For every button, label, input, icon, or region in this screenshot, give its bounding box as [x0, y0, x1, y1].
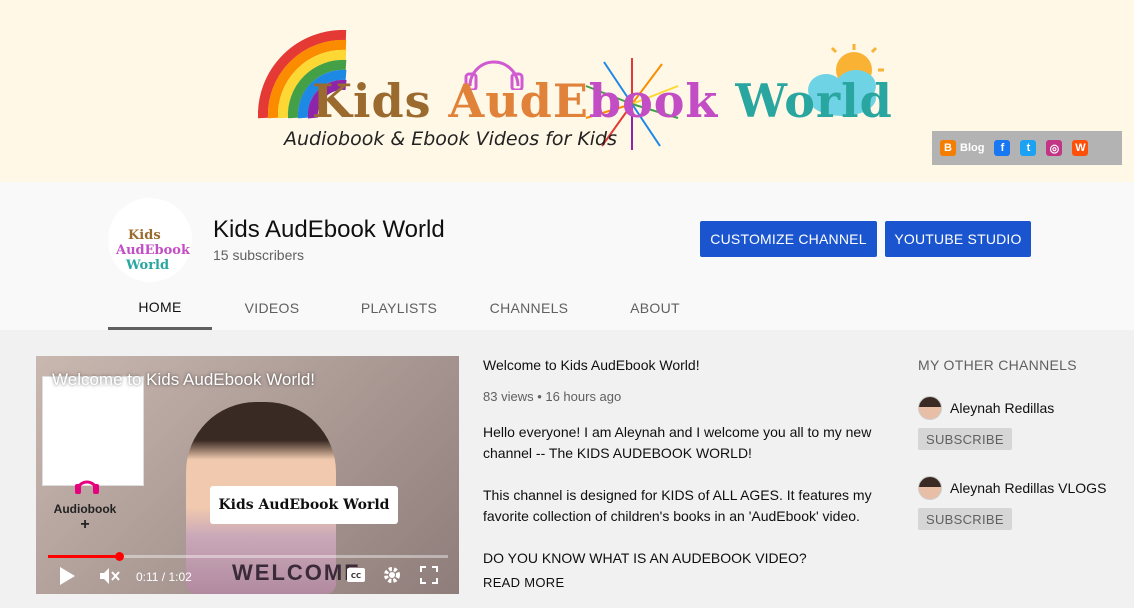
- fullscreen-icon: [420, 566, 438, 584]
- captions-icon: CC: [347, 568, 365, 582]
- mute-button[interactable]: [98, 566, 120, 586]
- channel-avatar[interactable]: Kids AudEbook World: [108, 198, 192, 282]
- subscriber-count: 15 subscribers: [213, 247, 305, 263]
- featured-video-meta: 83 views • 16 hours ago: [483, 389, 622, 404]
- channel-tabs: HOME VIDEOS PLAYLISTS CHANNELS ABOUT: [108, 286, 718, 330]
- settings-button[interactable]: [383, 566, 401, 584]
- subscribe-button[interactable]: SUBSCRIBE: [918, 428, 1012, 450]
- description-paragraph: Hello everyone! I am Aleynah and I welco…: [483, 424, 872, 461]
- gear-icon: [384, 567, 400, 583]
- video-progress-fill: [48, 555, 119, 558]
- tab-channels[interactable]: CHANNELS: [466, 286, 592, 330]
- play-button[interactable]: [58, 566, 76, 586]
- other-channel-name[interactable]: Aleynah Redillas VLOGS: [950, 480, 1106, 496]
- duration: 1:02: [168, 570, 192, 584]
- video-progress-handle[interactable]: [114, 552, 124, 561]
- twitter-link[interactable]: t: [1020, 140, 1037, 156]
- avatar[interactable]: [918, 396, 942, 420]
- instagram-link[interactable]: ◎: [1046, 140, 1063, 156]
- avatar-text-world: World: [126, 258, 170, 273]
- description-paragraph: This channel is designed for KIDS of ALL…: [483, 487, 872, 524]
- svg-text:CC: CC: [351, 572, 361, 580]
- avatar-text-kids: Kids: [128, 228, 161, 243]
- instagram-icon: ◎: [1046, 140, 1063, 156]
- poster-plus: +: [80, 516, 90, 533]
- customize-channel-button[interactable]: CUSTOMIZE CHANNEL: [700, 221, 877, 257]
- other-channel-name[interactable]: Aleynah Redillas: [950, 400, 1054, 416]
- avatar-text-audebook: AudEbook: [116, 243, 190, 258]
- current-time: 0:11: [136, 570, 159, 584]
- video-overlay-title[interactable]: Welcome to Kids AudEbook World!: [52, 370, 315, 390]
- tab-videos[interactable]: VIDEOS: [212, 286, 332, 330]
- facebook-link[interactable]: f: [994, 140, 1011, 156]
- channel-header: Kids AudEbook World Kids AudEbook World …: [0, 182, 1134, 330]
- headphone-icon: [75, 480, 99, 494]
- tab-about[interactable]: ABOUT: [592, 286, 718, 330]
- featured-video-description: Hello everyone! I am Aleynah and I welco…: [483, 422, 883, 590]
- banner-subtitle: Audiobook & Ebook Videos for Kids: [284, 128, 618, 150]
- channel-name: Kids AudEbook World: [213, 216, 445, 243]
- tab-home[interactable]: HOME: [108, 286, 212, 330]
- banner-title-kids: Kids: [312, 74, 449, 128]
- avatar-logo-text: Kids AudEbook World: [116, 228, 190, 273]
- read-more-link[interactable]: READ MORE: [483, 575, 564, 590]
- facebook-icon: f: [994, 140, 1011, 156]
- twitter-icon: t: [1020, 140, 1037, 156]
- wattpad-icon: W: [1072, 140, 1089, 156]
- tab-playlists[interactable]: PLAYLISTS: [332, 286, 466, 330]
- blog-link[interactable]: B Blog: [940, 140, 984, 156]
- banner-title-world: World: [718, 74, 893, 128]
- banner-links: B Blog f t ◎ W: [932, 131, 1122, 165]
- featured-video-title[interactable]: Welcome to Kids AudEbook World!: [483, 357, 700, 373]
- banner-title-aud: AudE: [448, 74, 589, 128]
- blog-link-label: Blog: [960, 142, 985, 154]
- welcome-banner-text: WELCOME: [232, 560, 361, 585]
- video-time: 0:11 / 1:02: [136, 570, 192, 584]
- channel-banner: Kids AudEbook World Audiobook & Ebook Vi…: [0, 0, 1134, 182]
- video-mini-logo: Kids AudEbook World: [210, 486, 398, 524]
- subscribe-button[interactable]: SUBSCRIBE: [918, 508, 1012, 530]
- wattpad-link[interactable]: W: [1072, 140, 1089, 156]
- banner-title-ebook: book: [588, 74, 719, 128]
- poster-audiobook: Audiobook: [53, 502, 117, 516]
- muted-volume-icon: [100, 568, 120, 584]
- youtube-studio-button[interactable]: YOUTUBE STUDIO: [885, 221, 1031, 257]
- description-paragraph: DO YOU KNOW WHAT IS AN AUDEBOOK VIDEO?: [483, 550, 807, 566]
- blogger-icon: B: [940, 140, 956, 156]
- home-content: Audiobook + Kids AudEbook World WELCOME …: [0, 330, 1134, 608]
- captions-button[interactable]: CC: [346, 567, 366, 583]
- banner-title: Kids AudEbook World: [312, 74, 893, 128]
- other-channels-heading: MY OTHER CHANNELS: [918, 357, 1077, 373]
- fullscreen-button[interactable]: [420, 566, 438, 584]
- featured-video-player[interactable]: Audiobook + Kids AudEbook World WELCOME …: [36, 356, 459, 594]
- avatar[interactable]: [918, 476, 942, 500]
- play-icon: [60, 567, 75, 585]
